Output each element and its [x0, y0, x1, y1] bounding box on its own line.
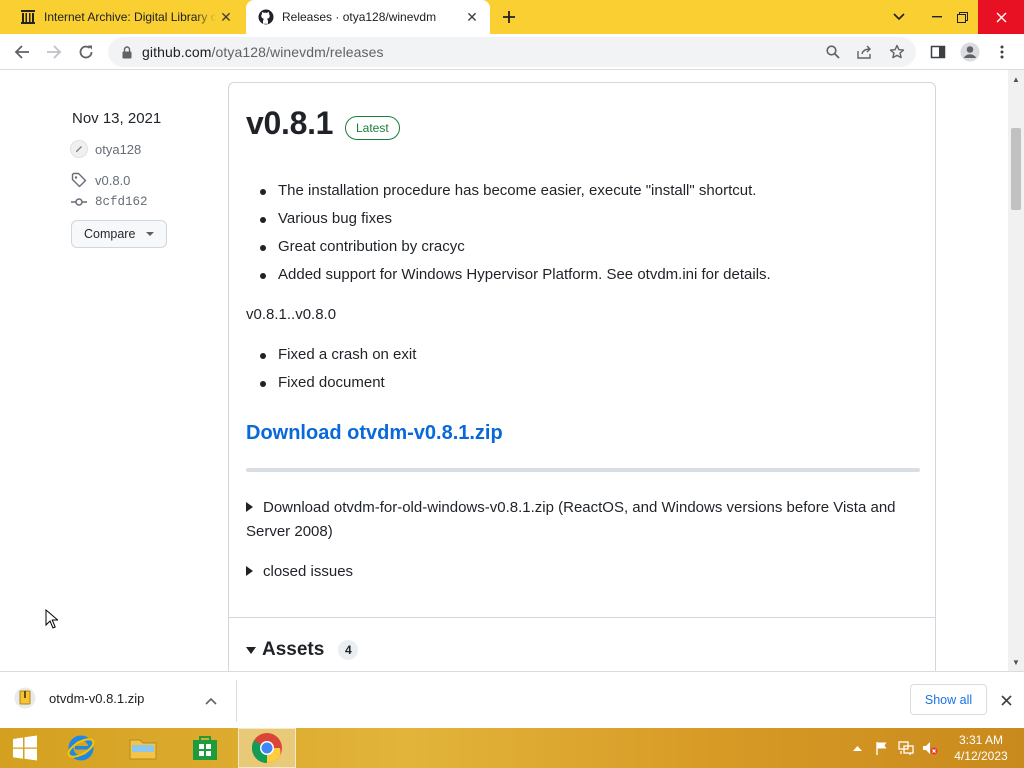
card-separator — [229, 617, 935, 618]
internet-archive-icon — [20, 9, 36, 25]
mouse-cursor-icon — [45, 608, 60, 634]
scrollbar-thumb[interactable] — [1011, 128, 1021, 210]
close-tab-icon[interactable]: ✕ — [216, 7, 236, 27]
details-old-windows[interactable]: Download otvdm-for-old-windows-v0.8.1.zi… — [246, 496, 920, 544]
author-avatar — [70, 140, 88, 158]
author-name[interactable]: otya128 — [95, 142, 141, 157]
action-center-flag-icon[interactable] — [872, 728, 892, 768]
address-bar[interactable]: github.com/otya128/winevdm/releases — [108, 37, 916, 67]
disclosure-triangle-icon — [246, 502, 253, 512]
range-note-item: Fixed a crash on exit — [259, 346, 417, 363]
back-button[interactable] — [8, 38, 36, 66]
network-icon[interactable] — [896, 728, 916, 768]
tab-title: Releases · otya128/winevdm — [282, 10, 437, 24]
assets-label: Assets — [262, 639, 325, 660]
details-closed-issues[interactable]: closed issues — [246, 560, 920, 584]
download-zip-link[interactable]: Download otvdm-v0.8.1.zip — [246, 422, 503, 445]
scroll-down-icon[interactable]: ▼ — [1008, 655, 1024, 669]
release-date: Nov 13, 2021 — [72, 110, 162, 127]
details-old-windows-label: Download otvdm-for-old-windows-v0.8.1.zi… — [246, 499, 896, 540]
version-range: v0.8.1..v0.8.0 — [246, 306, 337, 323]
clock-date: 4/12/2023 — [954, 749, 1008, 763]
compare-button[interactable]: Compare — [71, 220, 167, 248]
lock-icon[interactable] — [118, 43, 136, 61]
browser-toolbar: github.com/otya128/winevdm/releases — [0, 34, 1024, 70]
download-filename: otvdm-v0.8.1.zip — [49, 690, 145, 706]
browser-menu-icon[interactable] — [988, 38, 1016, 66]
disclosure-open-icon — [246, 646, 256, 654]
new-tab-button[interactable] — [498, 6, 520, 28]
download-options-chevron-icon[interactable] — [205, 692, 217, 710]
details-closed-issues-label: closed issues — [263, 563, 354, 580]
tray-overflow-chevron-icon[interactable] — [850, 728, 864, 768]
forward-button[interactable] — [40, 38, 68, 66]
page-viewport: Nov 13, 2021 otya128 v0.8.0 8cfd162 Comp… — [0, 70, 1008, 671]
restore-button[interactable] — [950, 0, 974, 34]
release-tag[interactable]: v0.8.0 — [70, 171, 130, 189]
tab-search-chevron-icon[interactable] — [886, 0, 912, 34]
tab-strip: Internet Archive: Digital Library o ✕ Re… — [0, 0, 1024, 34]
file-explorer-icon[interactable] — [120, 728, 166, 768]
release-title[interactable]: v0.8.1 — [246, 105, 333, 142]
show-all-button[interactable]: Show all — [910, 684, 987, 715]
release-note-item: Various bug fixes — [260, 210, 392, 227]
clock-time: 3:31 AM — [958, 733, 1004, 747]
tab-internet-archive[interactable]: Internet Archive: Digital Library o ✕ — [8, 0, 244, 34]
windows-taskbar: 3:31 AM 4/12/2023 — [0, 728, 1024, 768]
tab-github-releases[interactable]: Releases · otya128/winevdm ✕ — [246, 0, 490, 34]
chrome-taskbar-button[interactable] — [238, 728, 296, 768]
download-shelf: otvdm-v0.8.1.zip Show all — [0, 671, 1024, 728]
disclosure-triangle-icon — [246, 566, 253, 576]
assets-count-badge: 4 — [338, 640, 359, 660]
zip-file-icon — [14, 686, 36, 710]
release-commit[interactable]: 8cfd162 — [70, 193, 148, 211]
start-button-icon[interactable] — [2, 728, 48, 768]
latest-badge: Latest — [345, 116, 400, 140]
url-path: /otya128/winevdm/releases — [211, 44, 384, 60]
tab-title: Internet Archive: Digital Library o — [44, 10, 216, 24]
compare-label: Compare — [84, 227, 136, 241]
windows-store-icon[interactable] — [182, 728, 228, 768]
github-icon — [258, 9, 274, 25]
bookmark-star-icon[interactable] — [888, 43, 906, 61]
volume-muted-icon[interactable] — [920, 728, 940, 768]
window-close-button[interactable] — [978, 0, 1024, 34]
zoom-search-icon[interactable] — [824, 43, 842, 61]
minimize-button[interactable] — [924, 0, 950, 34]
assets-toggle[interactable]: Assets 4 — [246, 639, 359, 661]
url-host: github.com — [142, 44, 212, 60]
page-scrollbar[interactable]: ▲ ▼ — [1008, 70, 1024, 671]
release-author[interactable]: otya128 — [70, 140, 141, 158]
range-note-item: Fixed document — [260, 374, 385, 391]
side-panel-icon[interactable] — [924, 38, 952, 66]
internet-explorer-icon[interactable] — [58, 728, 104, 768]
profile-avatar-icon[interactable] — [956, 38, 984, 66]
chrome-icon — [251, 733, 282, 763]
commit-sha[interactable]: 8cfd162 — [95, 195, 148, 209]
release-note-item: Great contribution by cracyc — [260, 238, 465, 255]
reload-button[interactable] — [72, 38, 100, 66]
release-note-item: The installation procedure has become ea… — [259, 182, 757, 199]
share-icon[interactable] — [856, 43, 874, 61]
close-shelf-icon[interactable] — [996, 690, 1016, 710]
release-note-item: Added support for Windows Hypervisor Pla… — [260, 266, 771, 283]
system-clock[interactable]: 3:31 AM 4/12/2023 — [946, 732, 1016, 764]
scroll-up-icon[interactable]: ▲ — [1008, 72, 1024, 86]
download-item[interactable]: otvdm-v0.8.1.zip — [14, 686, 144, 710]
tag-icon — [70, 171, 88, 189]
commit-icon — [70, 193, 88, 211]
caret-down-icon — [146, 232, 154, 236]
url-text: github.com/otya128/winevdm/releases — [142, 44, 384, 60]
tag-name[interactable]: v0.8.0 — [95, 173, 130, 188]
close-tab-icon[interactable]: ✕ — [462, 7, 482, 27]
divider — [246, 468, 920, 472]
shelf-divider — [236, 680, 237, 722]
release-card: v0.8.1 Latest The installation procedure… — [228, 82, 936, 671]
